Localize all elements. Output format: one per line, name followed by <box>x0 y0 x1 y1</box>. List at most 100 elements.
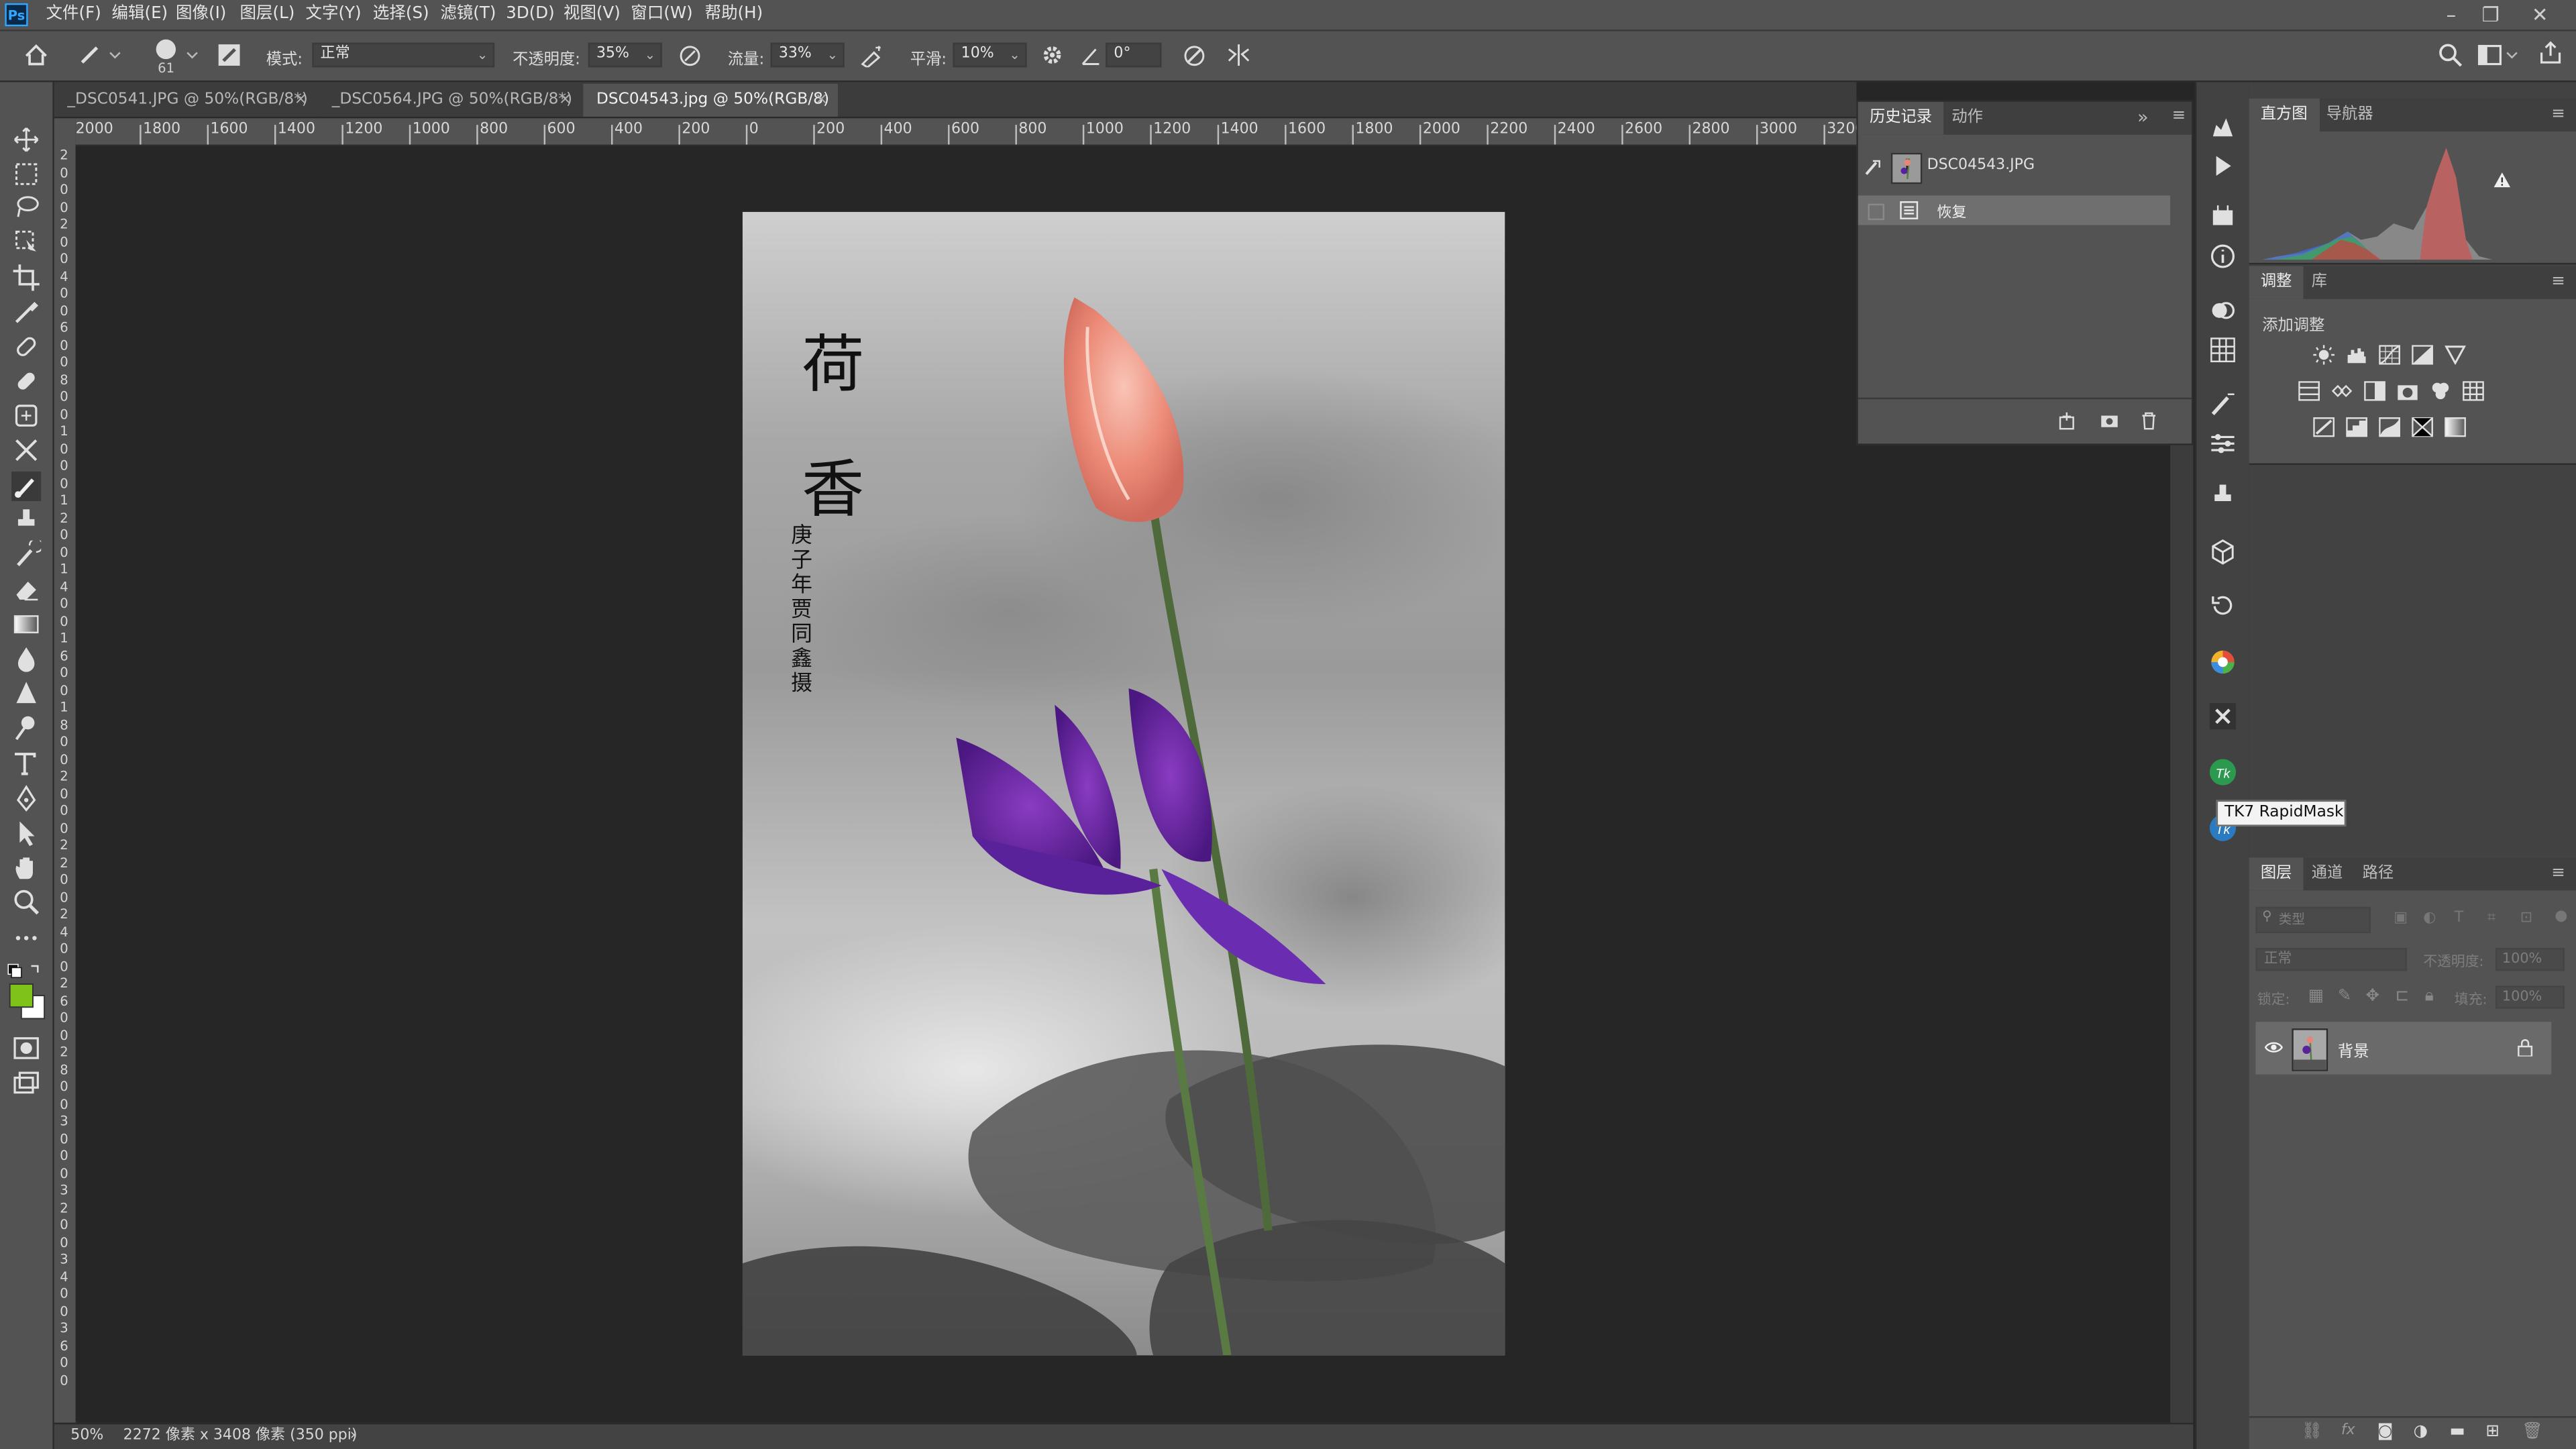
tab-navigator[interactable]: 导航器 <box>2315 99 2385 131</box>
gradient-map-icon[interactable] <box>2445 417 2466 437</box>
add-mask-icon[interactable]: ◙ <box>2377 1423 2394 1441</box>
camera-icon[interactable] <box>2100 411 2119 430</box>
history-item[interactable]: 恢复 <box>1858 195 2171 225</box>
tab-histogram[interactable]: 直方图 <box>2249 98 2319 131</box>
color-swatches[interactable] <box>7 963 46 1022</box>
vibrance-icon[interactable] <box>2445 345 2466 365</box>
filter-type-icon[interactable]: T <box>2455 910 2463 926</box>
content-aware-move-icon[interactable] <box>11 435 41 465</box>
filter-shape-icon[interactable]: ⌗ <box>2487 910 2496 926</box>
blur-tool-icon[interactable] <box>11 644 41 674</box>
menu-type[interactable]: 文字(Y) <box>306 0 362 30</box>
menu-edit[interactable]: 编辑(E) <box>112 0 168 30</box>
layer-fill-input[interactable]: 100% <box>2496 985 2565 1009</box>
tab-layers[interactable]: 图层 <box>2249 857 2304 891</box>
lasso-tool-icon[interactable] <box>11 193 41 222</box>
menu-3d[interactable]: 3D(D) <box>506 0 554 30</box>
warning-icon[interactable] <box>2492 171 2512 189</box>
spot-healing-tool-icon[interactable] <box>11 332 41 362</box>
cross-plugin-icon[interactable] <box>2208 702 2237 731</box>
link-layers-icon[interactable]: ⛓ <box>2302 1423 2322 1441</box>
filter-adjustment-icon[interactable]: ◐ <box>2423 910 2436 926</box>
play-action-icon[interactable] <box>2208 151 2237 180</box>
invert-icon[interactable] <box>2313 417 2335 437</box>
color-balance-icon[interactable] <box>2331 381 2353 400</box>
new-group-icon[interactable]: ▬ <box>2449 1423 2465 1441</box>
color-panel-icon[interactable] <box>2208 296 2237 325</box>
gradient-tool-icon[interactable] <box>11 610 41 639</box>
tab-adjustments[interactable]: 调整 <box>2249 266 2304 299</box>
quick-mask-icon[interactable] <box>11 1033 41 1063</box>
lock-pixels-icon[interactable]: ✎ <box>2338 987 2352 1006</box>
pen-tool-icon[interactable] <box>11 784 41 813</box>
threshold-icon[interactable] <box>2379 417 2400 437</box>
close-tab-icon[interactable]: × <box>294 84 307 117</box>
menu-select[interactable]: 选择(S) <box>373 0 429 30</box>
color-wheel-plugin-icon[interactable] <box>2208 647 2237 677</box>
brush-settings-icon[interactable] <box>2208 429 2237 458</box>
histogram-panel-icon[interactable] <box>2208 112 2237 142</box>
opacity-input[interactable]: 35% ⌄ <box>588 42 662 68</box>
history-snapshot[interactable]: DSC04543.JPG <box>1858 148 2170 187</box>
workspace-icon[interactable] <box>2477 43 2520 68</box>
sharpen-tool-icon[interactable] <box>11 678 41 708</box>
filter-pixel-icon[interactable]: ▣ <box>2394 910 2408 926</box>
tab-actions[interactable]: 动作 <box>1940 102 1994 135</box>
share-icon[interactable] <box>2538 41 2563 66</box>
layer-blend-mode-select[interactable]: 正常 <box>2255 948 2407 971</box>
symmetry-icon[interactable] <box>1226 43 1252 68</box>
eyedropper-tool-icon[interactable] <box>11 297 41 327</box>
tab-history[interactable]: 历史记录 <box>1858 101 1944 135</box>
black-white-icon[interactable] <box>2364 381 2385 401</box>
lock-icon[interactable] <box>2517 1038 2533 1057</box>
history-brush-icon[interactable] <box>1863 158 1882 177</box>
panel-menu-icon[interactable]: ≡ <box>2172 107 2186 125</box>
menu-filter[interactable]: 滤镜(T) <box>440 0 496 30</box>
blend-mode-select[interactable]: 正常 ⌄ <box>312 42 495 68</box>
dodge-tool-icon[interactable] <box>11 713 41 743</box>
type-tool-icon[interactable] <box>11 749 41 779</box>
hand-tool-icon[interactable] <box>11 853 41 882</box>
path-selection-tool-icon[interactable] <box>11 818 41 848</box>
history-brush-tool-icon[interactable] <box>11 540 42 570</box>
curves-icon[interactable] <box>2379 345 2400 365</box>
new-document-from-state-icon[interactable] <box>2057 411 2076 430</box>
tab-dsc0564[interactable]: _DSC0564.JPG @ 50%(RGB/8*) × <box>319 83 582 117</box>
menu-view[interactable]: 视图(V) <box>564 0 621 30</box>
pressure-opacity-icon[interactable] <box>678 44 701 67</box>
marquee-tool-icon[interactable] <box>11 160 41 189</box>
tab-libraries[interactable]: 库 <box>2300 266 2339 299</box>
clone-stamp-tool-icon[interactable] <box>11 506 41 535</box>
levels-icon[interactable] <box>2346 345 2367 364</box>
clone-source-icon[interactable] <box>2208 482 2237 511</box>
status-menu-arrow[interactable]: › <box>350 1424 356 1449</box>
layer-filter-select[interactable]: ⚲ 类型 <box>2255 906 2371 934</box>
layer-opacity-input[interactable]: 100% <box>2496 948 2565 971</box>
close-tab-icon[interactable]: × <box>815 84 828 117</box>
move-tool-icon[interactable] <box>11 125 41 154</box>
tab-dsc0541[interactable]: _DSC0541.JPG @ 50%(RGB/8*) × <box>54 83 317 117</box>
brush-tool-preset-icon[interactable] <box>79 44 122 66</box>
gear-icon[interactable] <box>1040 43 1065 68</box>
layer-name[interactable]: 背景 <box>2338 1038 2369 1061</box>
brush-settings-panel-icon[interactable] <box>217 43 241 68</box>
vertical-ruler[interactable]: 2000200400600800100012001400160018002000… <box>54 144 78 1423</box>
new-layer-icon[interactable]: ⊞ <box>2485 1423 2500 1441</box>
history-panel-icon[interactable] <box>2208 592 2237 621</box>
menu-image[interactable]: 图像(I) <box>176 0 226 30</box>
lock-all-icon[interactable]: 🔒︎ <box>2425 987 2434 1006</box>
lock-artboard-icon[interactable]: ⊏ <box>2396 987 2410 1006</box>
adjustments-panel-icon[interactable] <box>2208 202 2237 231</box>
brush-angle-input[interactable]: 0° <box>1106 42 1162 68</box>
layer-row[interactable]: 背景 <box>2255 1022 2552 1075</box>
tab-channels[interactable]: 通道 <box>2300 857 2355 890</box>
panel-menu-icon[interactable]: ≡ <box>2551 864 2565 882</box>
layer-style-icon[interactable]: fx <box>2341 1423 2355 1439</box>
brushes-panel-icon[interactable] <box>2208 389 2237 419</box>
zoom-level[interactable]: 50% <box>70 1424 103 1449</box>
menu-help[interactable]: 帮助(H) <box>705 0 763 30</box>
exposure-icon[interactable] <box>2412 345 2433 365</box>
menu-layer[interactable]: 图层(L) <box>240 0 295 30</box>
trash-icon[interactable]: 🗑︎ <box>2522 1423 2542 1441</box>
restore-button[interactable]: ❐ <box>2471 0 2510 30</box>
